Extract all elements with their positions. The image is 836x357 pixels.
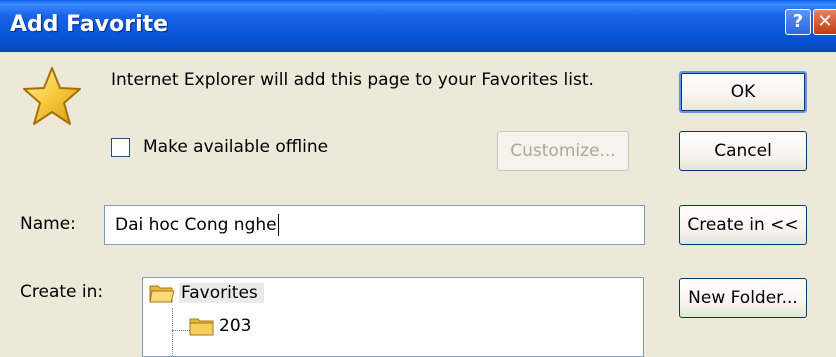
text-caret xyxy=(277,214,279,236)
name-input-value: Dai hoc Cong nghe xyxy=(115,215,277,235)
new-folder-button[interactable]: New Folder... xyxy=(679,278,807,318)
folder-tree[interactable]: Favorites 203 xyxy=(142,277,644,357)
tree-item-label: 203 xyxy=(219,316,252,336)
tree-item-favorites[interactable]: Favorites xyxy=(149,282,264,310)
create-in-label: Create in: xyxy=(20,282,104,302)
name-label: Name: xyxy=(20,214,76,234)
offline-checkbox-label[interactable]: Make available offline xyxy=(143,137,328,157)
name-input[interactable]: Dai hoc Cong nghe xyxy=(104,205,645,245)
ok-button[interactable]: OK xyxy=(679,71,807,113)
help-icon: ? xyxy=(792,11,804,32)
open-folder-icon xyxy=(149,285,175,303)
tree-item-label: Favorites xyxy=(179,283,264,303)
window-title: Add Favorite xyxy=(10,12,169,37)
cancel-button[interactable]: Cancel xyxy=(679,131,807,171)
title-bar[interactable]: Add Favorite ? ✕ xyxy=(0,0,836,52)
info-message: Internet Explorer will add this page to … xyxy=(111,70,594,90)
tree-connector xyxy=(172,330,190,331)
offline-checkbox[interactable] xyxy=(111,138,130,157)
customize-button[interactable]: Customize... xyxy=(497,131,629,171)
close-icon: ✕ xyxy=(817,11,833,32)
close-button[interactable]: ✕ xyxy=(813,9,836,35)
star-icon xyxy=(23,67,81,125)
tree-item-203[interactable]: 203 xyxy=(189,315,251,337)
help-button[interactable]: ? xyxy=(785,9,811,35)
folder-icon xyxy=(189,318,214,336)
create-in-toggle-button[interactable]: Create in << xyxy=(679,205,807,245)
